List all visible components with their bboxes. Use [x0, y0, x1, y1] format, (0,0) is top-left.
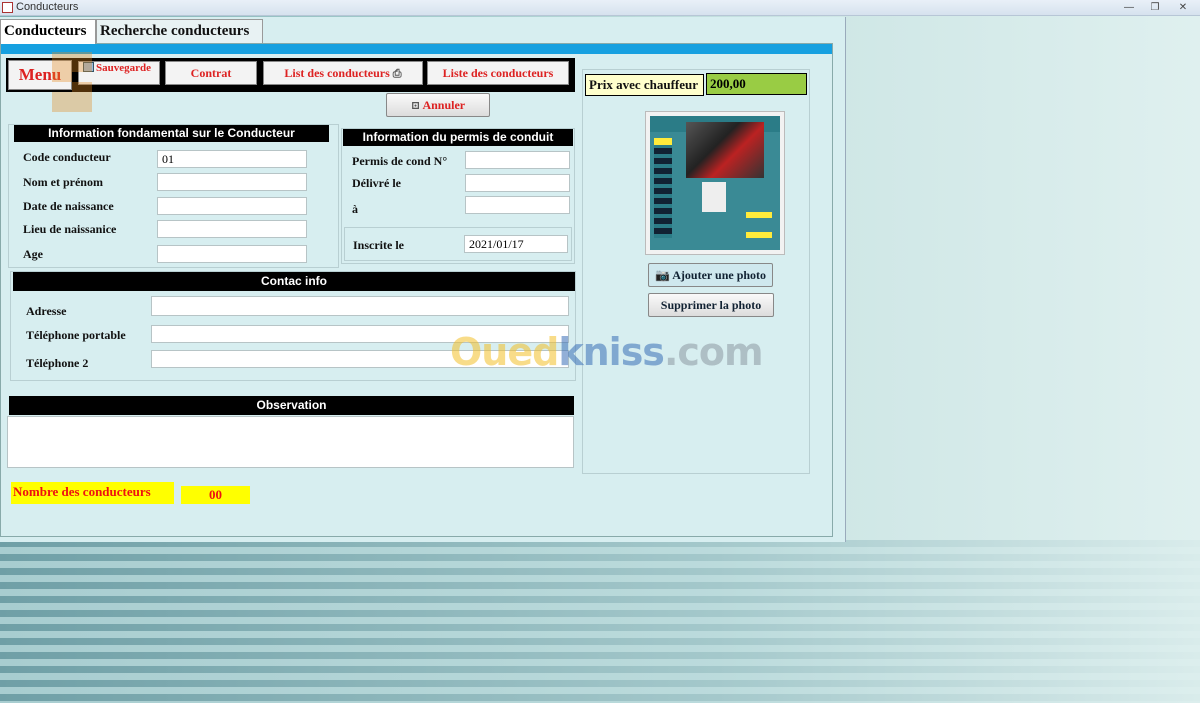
window-titlebar: Conducteurs — ❐ ✕	[0, 0, 1200, 16]
cancel-icon: ⊡	[410, 100, 421, 112]
delivre-a-label: à	[352, 202, 358, 216]
annuler-label: Annuler	[422, 98, 466, 112]
nombre-conducteurs-label: Nombre des conducteurs	[11, 482, 174, 504]
form-content: Menu Sauvegarde Contrat List des conduct…	[0, 43, 833, 537]
ajouter-photo-button[interactable]: 📷 Ajouter une photo	[648, 263, 773, 287]
minimize-icon[interactable]: —	[1118, 0, 1140, 15]
prix-chauffeur-label: Prix avec chauffeur	[585, 74, 704, 96]
permis-numero-field[interactable]	[465, 151, 570, 169]
contact-header: Contac info	[13, 272, 575, 291]
observation-field[interactable]	[7, 416, 574, 468]
inscrite-label: Inscrite le	[353, 238, 404, 252]
list-conducteurs-print-button[interactable]: List des conducteurs ⎙	[263, 61, 423, 85]
telephone-2-field[interactable]	[151, 350, 569, 368]
lieu-naissance-label: Lieu de naissanice	[23, 222, 117, 236]
close-icon[interactable]: ✕	[1172, 0, 1194, 15]
permis-header: Information du permis de conduit	[343, 129, 573, 146]
restore-icon[interactable]: ❐	[1144, 0, 1166, 15]
driver-photo	[645, 111, 785, 255]
annuler-button[interactable]: ⊡ Annuler	[386, 93, 490, 117]
lieu-naissance-field[interactable]	[157, 220, 307, 238]
inscrite-box: Inscrite le 2021/01/17	[344, 227, 572, 261]
accent-bar	[1, 44, 832, 54]
telephone-portable-field[interactable]	[151, 325, 569, 343]
telephone-portable-label: Téléphone portable	[26, 328, 126, 342]
age-field[interactable]	[157, 245, 307, 263]
nom-prenom-label: Nom et prénom	[23, 175, 103, 189]
inscrite-field[interactable]: 2021/01/17	[464, 235, 568, 253]
menu-button[interactable]: Menu	[8, 60, 72, 90]
nombre-conducteurs-value: 00	[181, 486, 250, 504]
adresse-field[interactable]	[151, 296, 569, 316]
printer-icon: ⎙	[392, 68, 402, 80]
supprimer-photo-button[interactable]: Supprimer la photo	[648, 293, 774, 317]
delivre-le-label: Délivré le	[352, 176, 401, 190]
save-button-label: Sauvegarde	[96, 62, 151, 74]
code-conducteur-field[interactable]: 01	[157, 150, 307, 168]
camera-icon: 📷	[654, 268, 670, 282]
code-conducteur-label: Code conducteur	[23, 150, 111, 164]
save-icon	[83, 62, 94, 72]
delivre-le-field[interactable]	[465, 174, 570, 192]
photo-image	[650, 116, 780, 250]
date-naissance-label: Date de naissance	[23, 199, 114, 213]
date-naissance-field[interactable]	[157, 197, 307, 215]
tab-conducteurs[interactable]: Conducteurs	[0, 19, 96, 44]
toolbar: Menu Sauvegarde Contrat List des conduct…	[6, 58, 575, 92]
prix-chauffeur-field[interactable]: 200,00	[706, 73, 807, 95]
save-button[interactable]: Sauvegarde	[78, 61, 160, 85]
fundamental-panel: Information fondamental sur le Conducteu…	[8, 124, 339, 268]
observation-header: Observation	[9, 396, 574, 415]
telephone-2-label: Téléphone 2	[26, 356, 89, 370]
fundamental-header: Information fondamental sur le Conducteu…	[14, 125, 329, 142]
delivre-a-field[interactable]	[465, 196, 570, 214]
liste-conducteurs-button[interactable]: Liste des conducteurs	[427, 61, 569, 85]
adresse-label: Adresse	[26, 304, 67, 318]
window-title: Conducteurs	[16, 1, 79, 13]
contact-panel: Contac info Adresse Téléphone portable T…	[10, 271, 576, 381]
permis-numero-label: Permis de cond N°	[352, 154, 448, 168]
contrat-button[interactable]: Contrat	[165, 61, 257, 85]
app-icon	[2, 2, 13, 13]
ajouter-photo-label: Ajouter une photo	[672, 268, 767, 282]
permis-panel: Information du permis de conduit Permis …	[341, 128, 575, 264]
age-label: Age	[23, 247, 43, 261]
tab-recherche-conducteurs[interactable]: Recherche conducteurs	[96, 19, 263, 43]
nom-prenom-field[interactable]	[157, 173, 307, 191]
desktop-background	[0, 540, 1200, 703]
list-conducteurs-label: List des conducteurs	[284, 66, 390, 80]
